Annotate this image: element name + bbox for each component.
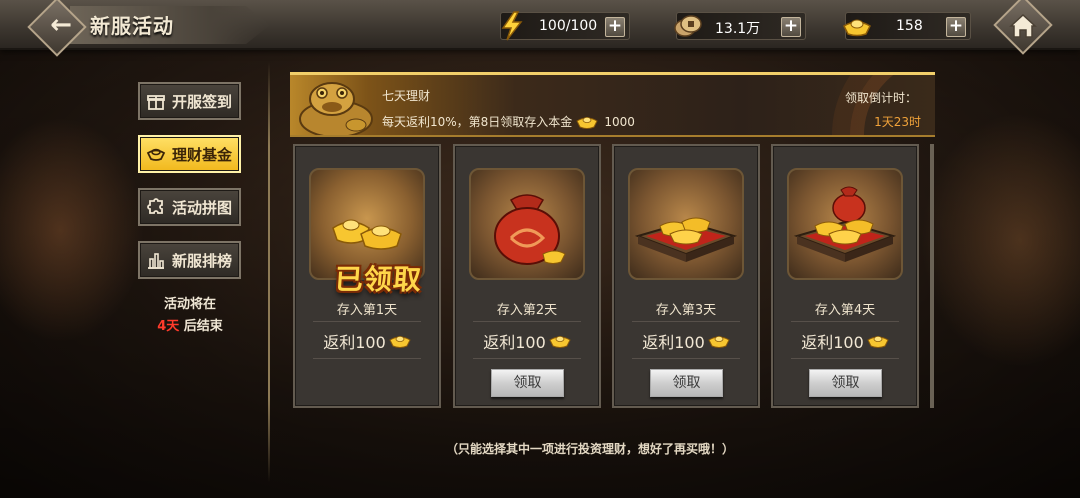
- vertical-divider: [268, 62, 270, 482]
- investment-footnote: （只能选择其中一项进行投资理财，想好了再买哦！）: [445, 442, 734, 456]
- next-card-edge[interactable]: [930, 144, 934, 408]
- sidebar-item-label: 新服排榜: [172, 251, 233, 270]
- card-divider: [473, 321, 581, 322]
- reward-row: 返利100: [614, 329, 758, 353]
- banner-principal-amount: 1000: [604, 114, 635, 129]
- gold-tray-bag-icon: [793, 186, 897, 262]
- day-card-image: [787, 168, 903, 280]
- gold-ingot-icon: [867, 336, 889, 348]
- reward-text: 返利100: [323, 333, 386, 352]
- day-card-3: 存入第3天 返利100 领取: [612, 144, 760, 408]
- countdown-value: 1天23时: [874, 115, 921, 129]
- gold-tray-icon: [634, 217, 738, 262]
- add-stamina-button[interactable]: +: [605, 17, 625, 37]
- card-divider: [473, 358, 581, 359]
- fund-banner: 七天理财 每天返利10%，第8日领取存入本金 1000 领取倒计时： 1天23时: [290, 72, 935, 137]
- reward-text: 返利100: [642, 333, 705, 352]
- reward-row: 返利100: [773, 329, 917, 353]
- sidebar-item-label: 活动拼图: [172, 198, 233, 217]
- day-label: 存入第3天: [655, 303, 717, 318]
- countdown-label: 领取倒计时：: [844, 91, 917, 105]
- sidebar-item-label: 开服签到: [172, 92, 233, 111]
- stamina-value: 100/100: [539, 18, 598, 34]
- coins-value: 13.1万: [715, 21, 761, 37]
- day-card-2: 存入第2天 返利100 领取: [453, 144, 601, 408]
- card-divider: [632, 321, 740, 322]
- day-label: 存入第4天: [814, 303, 876, 318]
- gold-ingot-icon: [389, 336, 411, 348]
- back-arrow-icon[interactable]: ←: [44, 8, 78, 42]
- gold-ingot-icon: [549, 336, 571, 348]
- card-divider: [632, 358, 740, 359]
- golden-toad-icon: [299, 82, 373, 135]
- event-end-line1: 活动将在: [163, 297, 216, 312]
- card-divider: [313, 321, 421, 322]
- gold-value: 158: [896, 18, 923, 34]
- stamina-resource: 100/100 +: [500, 11, 630, 41]
- gold-ingot-icon: [708, 336, 730, 348]
- page-title: 新服活动: [90, 14, 174, 38]
- gift-icon: [147, 95, 165, 110]
- sidebar-item-signin[interactable]: 开服签到: [138, 82, 241, 120]
- sidebar-item-label: 理财基金: [172, 145, 233, 164]
- day-card-1: 已领取 存入第1天 返利100: [293, 144, 441, 408]
- red-money-bag-icon: [494, 194, 566, 265]
- sidebar: 开服签到 理财基金 活动拼图 新服排榜 活动将在 4天 后结束: [138, 82, 242, 338]
- reward-row: 返利100: [295, 329, 439, 353]
- add-gold-button[interactable]: +: [946, 17, 966, 37]
- event-end-line2: 后结束: [183, 319, 223, 334]
- banner-desc-text: 每天返利10%，第8日领取存入本金: [382, 115, 573, 129]
- claim-button[interactable]: 领取: [809, 369, 882, 397]
- claim-button[interactable]: 领取: [650, 369, 723, 397]
- gold-ingot-icon: [840, 9, 874, 43]
- claimed-stamp: 已领取: [333, 263, 424, 296]
- fund-day-cards: 已领取 存入第1天 返利100 存入第2天 返利100 领取 存入第3天 返利1…: [293, 144, 933, 409]
- banner-description: 每天返利10%，第8日领取存入本金 1000: [382, 113, 635, 130]
- rank-chart-icon: [148, 253, 164, 269]
- reward-row: 返利100: [455, 329, 599, 353]
- day-card-4: 存入第4天 返利100 领取: [771, 144, 919, 408]
- day-card-image: [628, 168, 744, 280]
- puzzle-icon: [147, 198, 163, 214]
- lightning-icon: [495, 9, 529, 43]
- gold-ingot-icon: [576, 116, 598, 129]
- sidebar-item-ranking[interactable]: 新服排榜: [138, 241, 241, 279]
- sidebar-item-fund[interactable]: 理财基金: [138, 135, 241, 173]
- ingot-icon: [146, 148, 166, 161]
- add-coins-button[interactable]: +: [781, 17, 801, 37]
- coin-icon: [671, 9, 705, 43]
- coins-resource: 13.1万 +: [674, 12, 806, 40]
- banner-title: 七天理财: [382, 89, 431, 103]
- reward-text: 返利100: [483, 333, 546, 352]
- home-icon[interactable]: [1007, 10, 1039, 42]
- card-divider: [791, 321, 899, 322]
- gold-resource: 158 +: [843, 12, 971, 40]
- reward-text: 返利100: [801, 333, 864, 352]
- day-label: 存入第1天: [336, 303, 398, 318]
- sidebar-item-puzzle[interactable]: 活动拼图: [138, 188, 241, 226]
- event-end-notice: 活动将在 4天 后结束: [138, 294, 242, 338]
- event-end-days: 4天: [157, 319, 180, 334]
- claim-button[interactable]: 领取: [491, 369, 564, 397]
- day-card-image: [469, 168, 585, 280]
- card-divider: [791, 358, 899, 359]
- day-label: 存入第2天: [496, 303, 558, 318]
- card-divider: [313, 358, 421, 359]
